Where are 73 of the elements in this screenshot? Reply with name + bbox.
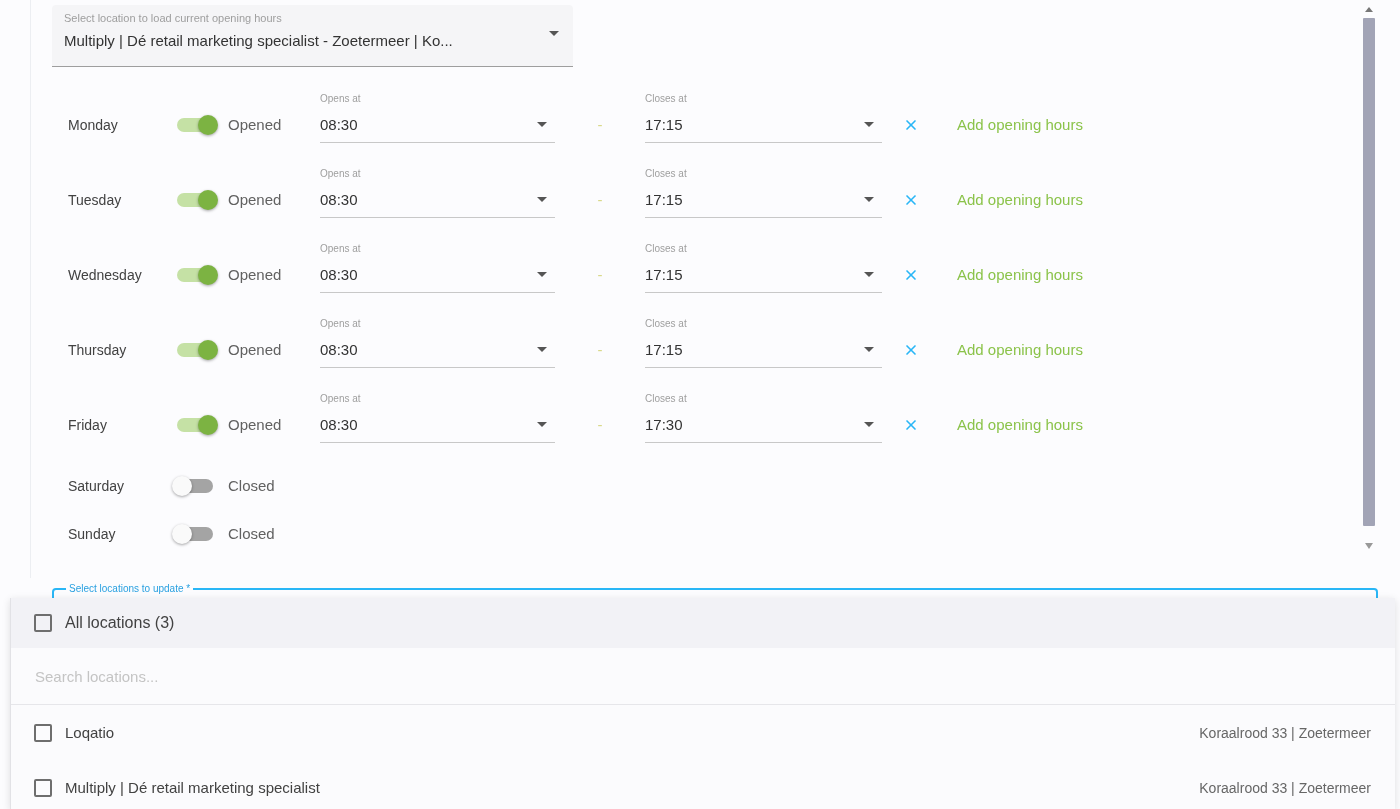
status-text: Closed [228, 525, 275, 542]
field-label: Opens at [320, 317, 361, 331]
time-select[interactable]: Closes at 17:15 [645, 317, 882, 368]
time-select[interactable]: Closes at 17:15 [645, 92, 882, 143]
field-label: Select locations to update * [68, 583, 192, 595]
separator-dash: - [597, 266, 603, 283]
select-value: 17:15 [645, 190, 683, 208]
caret-icon [864, 421, 874, 427]
select-value: 08:30 [320, 190, 358, 208]
caret-icon [537, 271, 547, 277]
caret-icon [864, 271, 874, 277]
location-name: Loqatio [65, 724, 115, 741]
location-address: Koraalrood 33 | Zoetermeer [1199, 779, 1371, 796]
status-text: Opened [228, 190, 282, 208]
day-name: Friday [68, 416, 107, 433]
field-label: Opens at [320, 92, 361, 106]
time-select[interactable]: Closes at 17:15 [645, 242, 882, 293]
select-value: Multiply | Dé retail marketing specialist - Zoetermeer | Ko... [64, 31, 453, 51]
field-label: Opens at [320, 392, 361, 406]
time-select[interactable]: Opens at 08:30 [320, 317, 555, 368]
separator-dash: - [597, 341, 603, 358]
separator-dash: - [597, 116, 603, 133]
time-select[interactable]: Opens at 08:30 [320, 167, 555, 218]
select-value: 17:15 [645, 265, 683, 283]
time-select[interactable]: Opens at 08:30 [320, 92, 555, 143]
checkbox[interactable] [34, 614, 52, 632]
day-name: Sunday [68, 526, 116, 542]
day-name: Monday [68, 116, 118, 133]
select-value: 17:15 [645, 115, 683, 133]
status-text: Opened [228, 415, 282, 433]
caret-icon [864, 196, 874, 202]
day-name: Thursday [68, 341, 127, 358]
all-locations-label: All locations (3) [65, 614, 175, 632]
day-name: Saturday [68, 478, 125, 494]
field-label: Closes at [645, 92, 687, 106]
select-value: 17:15 [645, 340, 683, 358]
field-label: Closes at [645, 392, 687, 406]
field-label: Opens at [320, 167, 361, 181]
caret-icon [549, 31, 559, 36]
location-select[interactable]: Select location to load current opening hours Multiply | Dé retail marketing specialist - Zoetermeer | Ko... [52, 5, 573, 67]
checkbox[interactable] [34, 778, 52, 797]
field-label: Closes at [645, 242, 687, 256]
day-name: Tuesday [68, 191, 122, 208]
select-value: 08:30 [320, 115, 358, 133]
time-select[interactable]: Opens at 08:30 [320, 242, 555, 293]
caret-icon [537, 421, 547, 427]
caret-icon [864, 346, 874, 352]
status-text: Opened [228, 340, 282, 358]
time-select[interactable]: Closes at 17:30 [645, 392, 882, 443]
caret-icon [537, 121, 547, 127]
time-select[interactable]: Closes at 17:15 [645, 167, 882, 218]
caret-icon [864, 121, 874, 127]
checkbox[interactable] [34, 723, 52, 742]
select-value: 08:30 [320, 415, 358, 433]
caret-icon [537, 346, 547, 352]
search-field[interactable]: Search locations... [11, 648, 1395, 705]
select-value: 08:30 [320, 340, 358, 358]
field-label: Closes at [645, 167, 687, 181]
status-text: Closed [228, 477, 275, 494]
status-text: Opened [228, 115, 282, 133]
separator-dash: - [597, 416, 603, 433]
field-label: Select location to load current opening hours [64, 11, 282, 25]
caret-icon [537, 196, 547, 202]
status-text: Opened [228, 265, 282, 283]
location-address: Koraalrood 33 | Zoetermeer [1199, 724, 1371, 741]
select-value: 08:30 [320, 265, 358, 283]
select-value: 17:30 [645, 415, 683, 433]
location-name: Multiply | Dé retail marketing specialist [65, 779, 320, 796]
field-label: Opens at [320, 242, 361, 256]
separator-dash: - [597, 191, 603, 208]
day-name: Wednesday [68, 266, 142, 283]
time-select[interactable]: Opens at 08:30 [320, 392, 555, 443]
field-label: Closes at [645, 317, 687, 331]
